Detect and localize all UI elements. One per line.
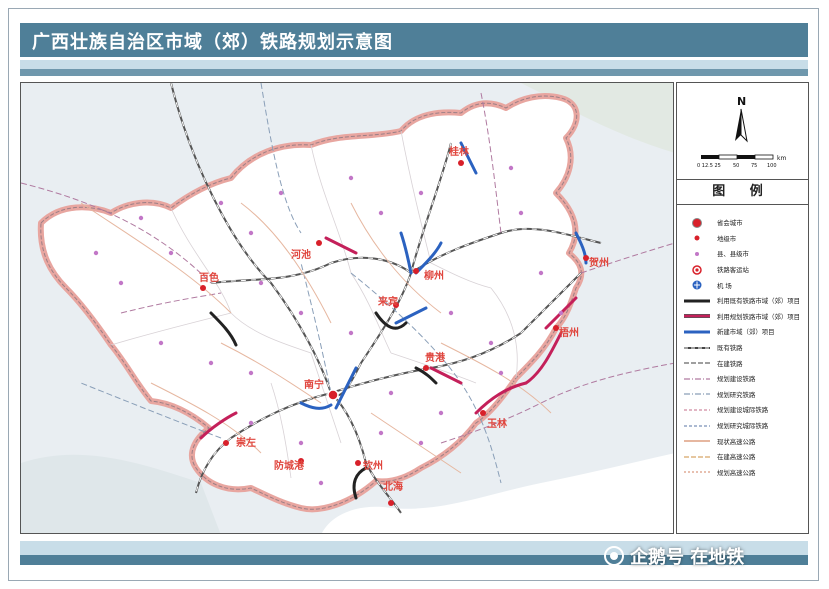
existing-rail-icon [684,346,710,349]
city-label-beihai: 北海 [383,480,403,493]
map-svg: 桂林 河池 柳州 贺州 百色 来宾 梧州 贵港 南宁 崇左 玉林 防城港 钦州 … [21,83,673,533]
map-canvas[interactable]: 桂林 河池 柳州 贺州 百色 来宾 梧州 贵港 南宁 崇左 玉林 防城港 钦州 … [20,82,674,534]
capital-icon [692,217,702,228]
legend-item-airport: 机 场 [677,277,808,293]
building-highway-icon [684,455,710,458]
legend-item-county: 县、县级市 [677,246,808,262]
scale-tick-75: 75 [751,163,757,169]
north-arrow-icon [735,109,741,141]
page-title: 广西壮族自治区市域（郊）铁路规划示意图 [32,32,393,53]
research-rail-icon [684,393,710,395]
title-stripe-dark [20,69,808,76]
legend-item-planned-urban: 利用规划铁路市域（郊）项目 [677,309,808,325]
city-label-liuzhou: 柳州 [424,269,444,282]
airport-icon [692,280,702,290]
city-label-hechi: 河池 [291,248,311,261]
legend-list: 省会城市 地级市 县、县级市 铁路客运站 机 场 利用既有铁路市域（郊）项目 利… [677,215,808,480]
planned-rail-icon [684,378,710,380]
legend-item-capital: 省会城市 [677,215,808,231]
legend-item-research-rail: 规划研究铁路 [677,387,808,403]
research-intercity-icon [684,424,710,427]
legend-item-building-highway: 在建高速公路 [677,449,808,465]
city-label-hezhou: 贺州 [588,256,609,269]
legend-item-prefecture: 地级市 [677,231,808,247]
legend-item-planned-intercity: 规划建设城际铁路 [677,402,808,418]
scale-bar-seg1 [701,155,719,159]
city-label-yulin: 玉林 [487,417,508,430]
legend-item-new-urban: 新建市域（郊）项目 [677,324,808,340]
building-rail-icon [684,362,710,364]
blue-line-icon [684,330,710,334]
scale-tick-0: 0 12.5 25 [697,163,721,169]
scale-tick-50: 50 [733,163,739,169]
planned-intercity-icon [684,409,710,411]
legend-item-planned-highway: 规划高速公路 [677,465,808,481]
watermark-text: 企鹅号 在地铁 [630,547,745,568]
legend-item-planned-rail: 规划建设铁路 [677,371,808,387]
city-label-baise: 百色 [199,271,219,284]
black-line-icon [684,299,710,303]
penguin-logo-icon [604,546,624,566]
scale-unit: km [777,155,786,162]
legend-item-existing-rail: 既有铁路 [677,340,808,356]
city-label-wuzhou: 梧州 [559,326,579,339]
existing-highway-icon [684,440,710,443]
city-label-nanning: 南宁 [304,378,324,391]
legend-item-station: 铁路客运站 [677,262,808,278]
city-label-chongzuo: 崇左 [236,436,256,449]
legend-item-research-intercity: 规划研究城际铁路 [677,418,808,434]
city-label-guilin: 桂林 [448,145,470,158]
title-bar: 广西壮族自治区市域（郊）铁路规划示意图 [20,23,808,57]
planned-highway-icon [684,471,710,474]
capital-marker [327,389,339,401]
city-label-guigang: 贵港 [425,351,446,364]
city-label-qinzhou: 钦州 [363,459,383,472]
prefecture-dot-icon [694,235,700,241]
legend-panel: N 0 12.5 25 50 75 100 km 图 例 省会城市 地级市 县、… [676,82,809,534]
north-arrow-box: N 0 12.5 25 50 75 100 km [677,83,808,180]
city-label-fangchenggang: 防城港 [274,459,305,472]
title-stripe [20,60,808,69]
station-icon [692,264,702,275]
legend-title: 图 例 [677,180,808,205]
north-arrow-svg: N 0 12.5 25 50 75 100 km [697,95,786,169]
legend-item-existing-highway: 现状高速公路 [677,433,808,449]
county-dot-icon [695,251,699,256]
north-label: N [737,95,746,108]
city-label-laibin: 来宾 [377,295,398,308]
scale-tick-100: 100 [767,163,777,169]
watermark: 企鹅号 在地铁 [604,541,744,571]
legend-item-existing-urban: 利用既有铁路市域（郊）项目 [677,293,808,309]
legend-item-building-rail: 在建铁路 [677,355,808,371]
pink-line-icon [684,314,710,319]
